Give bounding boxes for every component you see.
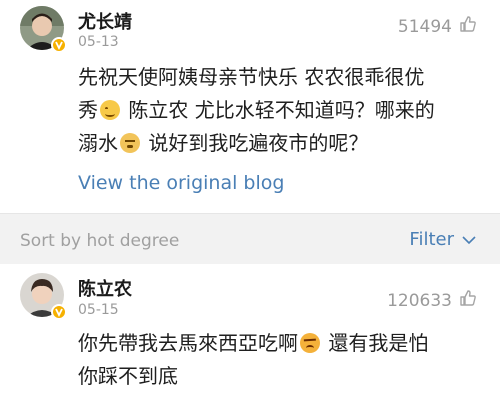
frowning-emoji-icon bbox=[300, 333, 320, 353]
like-button[interactable]: 51494 bbox=[398, 14, 478, 39]
thumbs-up-icon bbox=[458, 288, 478, 313]
like-button[interactable]: 120633 bbox=[387, 288, 478, 313]
username[interactable]: 尤长靖 bbox=[78, 8, 132, 34]
like-count: 51494 bbox=[397, 16, 452, 37]
comment-item: 尤长靖 05-13 51494 先祝天使阿姨母亲节快乐 农农很乖很优 秀 陈立农… bbox=[0, 0, 500, 212]
avatar[interactable] bbox=[20, 273, 67, 320]
comment-line: 秀 陈立农 尤比水轻不知道吗？哪来的 bbox=[78, 98, 435, 122]
filter-label: Filter bbox=[409, 229, 454, 250]
comment-feed: 尤长靖 05-13 51494 先祝天使阿姨母亲节快乐 农农很乖很优 秀 陈立农… bbox=[0, 0, 500, 411]
username[interactable]: 陈立农 bbox=[78, 275, 132, 301]
comment-date: 05-15 bbox=[78, 302, 119, 318]
comment-line: 你踩不到底 bbox=[78, 364, 178, 388]
chevron-down-icon bbox=[462, 229, 476, 250]
comment-line: 你先帶我去馬來西亞吃啊 還有我是怕 bbox=[78, 331, 429, 355]
comment-date: 05-13 bbox=[78, 34, 119, 50]
avatar[interactable] bbox=[20, 6, 67, 53]
comment-line: 先祝天使阿姨母亲节快乐 农农很乖很优 bbox=[78, 65, 425, 89]
comment-text: 先祝天使阿姨母亲节快乐 农农很乖很优 秀 陈立农 尤比水轻不知道吗？哪来的 溺水… bbox=[78, 61, 483, 160]
thinking-emoji-icon bbox=[120, 133, 140, 153]
verified-badge-icon bbox=[51, 37, 67, 53]
sort-bar: Sort by hot degree Filter bbox=[0, 213, 500, 264]
thumbs-up-icon bbox=[458, 14, 478, 39]
verified-badge-icon bbox=[51, 304, 67, 320]
sort-label[interactable]: Sort by hot degree bbox=[20, 231, 179, 251]
comment-line: 溺水 说好到我吃遍夜市的呢？ bbox=[78, 131, 369, 155]
comment-text: 你先帶我去馬來西亞吃啊 還有我是怕 你踩不到底 bbox=[78, 327, 483, 393]
view-original-blog-link[interactable]: View the original blog bbox=[78, 172, 284, 194]
like-count: 120633 bbox=[387, 290, 452, 311]
smile-emoji-icon bbox=[100, 100, 120, 120]
comment-item: 陈立农 05-15 120633 你先帶我去馬來西亞吃啊 還有我是怕 你踩不到底 bbox=[0, 264, 500, 411]
filter-button[interactable]: Filter bbox=[409, 229, 476, 250]
